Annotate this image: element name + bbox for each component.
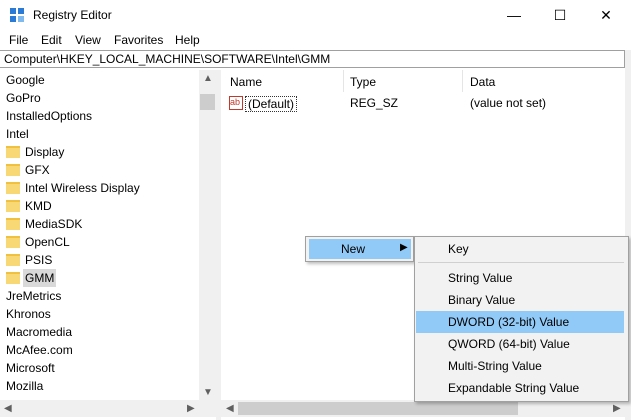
column-divider[interactable]	[462, 70, 463, 92]
submenu-item-string-value[interactable]: String Value	[416, 267, 624, 289]
folder-icon	[6, 164, 20, 176]
submenu-arrow-icon: ▶	[400, 242, 408, 253]
submenu-item-label: QWORD (64-bit) Value	[448, 337, 570, 351]
folder-icon	[6, 200, 20, 212]
tree-item-microsoft[interactable]: Microsoft	[6, 359, 55, 377]
window-title: Registry Editor	[33, 8, 112, 22]
tree-item-mediasdk[interactable]: MediaSDK	[6, 215, 196, 233]
submenu-item-label: Expandable String Value	[448, 381, 580, 395]
folder-icon	[6, 146, 20, 158]
tree-pane: Google GoPro InstalledOptions Intel Disp…	[0, 70, 216, 420]
address-path[interactable]: Computer\HKEY_LOCAL_MACHINE\SOFTWARE\Int…	[4, 52, 330, 66]
context-menu-new-label: New	[341, 242, 366, 256]
scroll-right-icon[interactable]: ▶	[613, 403, 621, 414]
string-value-icon-text: ab	[230, 97, 241, 107]
tree-item-label: McAfee.com	[6, 343, 73, 357]
tree-item-label: Intel Wireless Display	[25, 181, 140, 195]
submenu-item-label: Key	[448, 242, 469, 256]
tree-item-gmm[interactable]: GMM	[6, 269, 58, 287]
tree-vertical-scrollbar[interactable]	[199, 70, 216, 400]
folder-icon	[6, 254, 20, 266]
tree-item-label: Display	[25, 145, 65, 159]
submenu-item-key[interactable]: Key	[416, 238, 624, 260]
tree-scroll-thumb[interactable]	[200, 94, 215, 110]
value-data-cell: (value not set)	[470, 96, 547, 110]
tree-item-installedoptions[interactable]: InstalledOptions	[6, 107, 92, 125]
tree-item-label: MediaSDK	[25, 217, 83, 231]
list-scroll-thumb[interactable]	[238, 402, 518, 415]
submenu-item-label: String Value	[448, 271, 513, 285]
menu-view[interactable]: View	[75, 33, 101, 47]
tree-item-label: JreMetrics	[6, 289, 62, 303]
folder-icon	[6, 218, 20, 230]
tree-item-display[interactable]: Display	[6, 143, 196, 161]
tree-item-mozilla[interactable]: Mozilla	[6, 377, 43, 395]
tree-item-mcafee[interactable]: McAfee.com	[6, 341, 73, 359]
submenu-item-label: Binary Value	[448, 293, 516, 307]
column-header-type[interactable]: Type	[350, 70, 376, 92]
close-button[interactable]: ✕	[583, 0, 629, 30]
submenu-item-dword-value[interactable]: DWORD (32-bit) Value	[416, 311, 624, 333]
menu-file[interactable]: File	[9, 33, 28, 47]
tree-item-label: OpenCL	[25, 235, 70, 249]
tree-item-kmd[interactable]: KMD	[6, 197, 196, 215]
folder-icon	[6, 272, 20, 284]
scroll-down-icon[interactable]: ▼	[203, 387, 213, 398]
folder-icon	[6, 236, 20, 248]
tree-item-khronos[interactable]: Khronos	[6, 305, 51, 323]
string-value-icon: ab	[229, 96, 243, 110]
tree-item-intel[interactable]: Intel	[6, 125, 29, 143]
tree-item-opencl[interactable]: OpenCL	[6, 233, 196, 251]
folder-icon	[6, 182, 20, 194]
tree-item-intel-wireless-display[interactable]: Intel Wireless Display	[6, 179, 196, 197]
scroll-left-icon[interactable]: ◀	[4, 403, 12, 414]
tree-item-label: PSIS	[25, 253, 53, 267]
menu-separator	[418, 262, 624, 263]
scroll-right-icon[interactable]: ▶	[187, 403, 195, 414]
tree-item-gopro[interactable]: GoPro	[6, 89, 41, 107]
menu-favorites[interactable]: Favorites	[114, 33, 163, 47]
tree-item-psis[interactable]: PSIS	[6, 251, 196, 269]
value-name-cell[interactable]: (Default)	[245, 96, 298, 112]
tree-item-label: Macromedia	[6, 325, 73, 339]
tree-item-label: InstalledOptions	[6, 109, 93, 123]
maximize-button[interactable]: ☐	[537, 0, 583, 30]
scroll-left-icon[interactable]: ◀	[226, 403, 234, 414]
submenu-item-expandable-string-value[interactable]: Expandable String Value	[416, 377, 624, 399]
column-header-data[interactable]: Data	[470, 70, 495, 92]
tree-horizontal-scrollbar[interactable]	[0, 400, 216, 417]
value-type-cell: REG_SZ	[350, 96, 399, 110]
submenu-item-qword-value[interactable]: QWORD (64-bit) Value	[416, 333, 624, 355]
submenu-item-label: DWORD (32-bit) Value	[448, 315, 570, 329]
tree-item-label: Mozilla	[6, 379, 44, 393]
submenu-item-label: Multi-String Value	[448, 359, 542, 373]
menu-edit[interactable]: Edit	[41, 33, 62, 47]
submenu-item-multi-string-value[interactable]: Multi-String Value	[416, 355, 624, 377]
menu-help[interactable]: Help	[175, 33, 200, 47]
tree-item-gfx[interactable]: GFX	[6, 161, 196, 179]
tree-item-label: GFX	[25, 163, 50, 177]
tree-item-label: GMM	[23, 269, 57, 287]
tree-item-label: Google	[6, 73, 45, 87]
tree-item-label: KMD	[25, 199, 52, 213]
tree-item-jremetrics[interactable]: JreMetrics	[6, 287, 61, 305]
column-header-name[interactable]: Name	[230, 70, 262, 92]
column-divider[interactable]	[343, 70, 344, 92]
minimize-button[interactable]: —	[491, 0, 537, 30]
tree-item-label: GoPro	[6, 91, 41, 105]
tree-item-label: Khronos	[6, 307, 51, 321]
submenu-item-binary-value[interactable]: Binary Value	[416, 289, 624, 311]
tree-item-label: Intel	[6, 127, 29, 141]
scroll-up-icon[interactable]: ▲	[203, 73, 213, 84]
tree-item-label: Microsoft	[6, 361, 55, 375]
tree-item-google[interactable]: Google	[6, 71, 45, 89]
tree-item-macromedia[interactable]: Macromedia	[6, 323, 72, 341]
registry-editor-icon	[10, 8, 24, 22]
